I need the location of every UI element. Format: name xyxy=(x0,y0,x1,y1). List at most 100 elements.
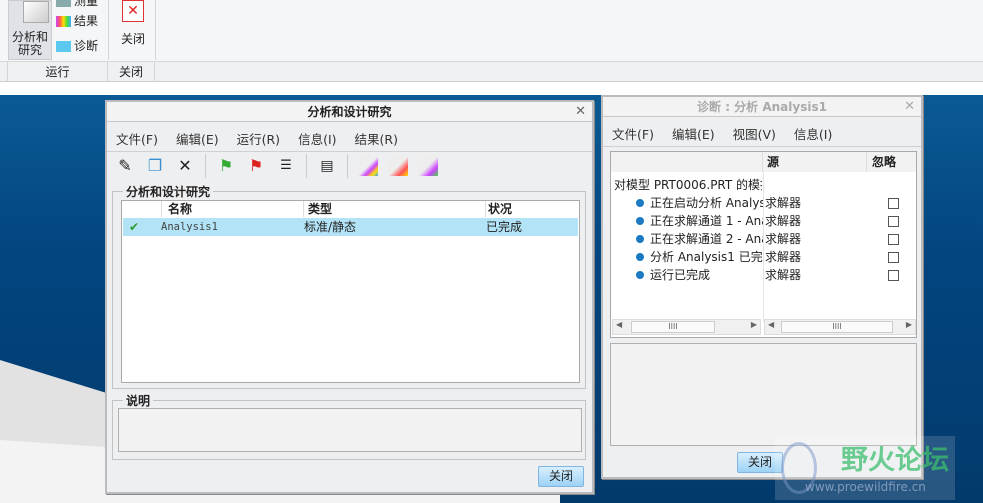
results-icon xyxy=(56,16,71,27)
ignore-checkbox[interactable] xyxy=(888,216,899,227)
col-name[interactable]: 名称 xyxy=(162,201,304,217)
divider xyxy=(306,154,307,178)
row-source: 求解器 xyxy=(765,214,802,228)
watermark-title: 野火论坛 xyxy=(841,445,949,476)
menu-view[interactable]: 视图(V) xyxy=(724,124,785,143)
menu-run[interactable]: 运行(R) xyxy=(228,129,289,148)
menu-bar: 文件(F) 编辑(E) 视图(V) 信息(I) xyxy=(603,121,921,147)
row-message: 运行已完成 xyxy=(636,266,763,284)
label: 测量 xyxy=(74,0,99,8)
stop-flag-icon[interactable]: ⚑ xyxy=(246,156,266,176)
label: 结果 xyxy=(74,14,99,28)
measure-icon xyxy=(56,0,71,7)
row-source: 求解器 xyxy=(765,268,802,282)
menu-results[interactable]: 结果(R) xyxy=(346,129,407,148)
group-close: 关闭 xyxy=(108,62,155,82)
col-icon xyxy=(122,201,162,217)
message-text: 正在求解通道 2 - Analysis1 xyxy=(650,232,763,246)
bullet-icon xyxy=(636,217,644,225)
close-icon[interactable]: ✕ xyxy=(575,102,586,122)
row-message: 分析 Analysis1 已完成 xyxy=(636,248,763,266)
dialog-title-bar[interactable]: 分析和设计研究 ✕ xyxy=(107,102,592,122)
divider xyxy=(108,0,109,60)
diagnostic-row[interactable]: 分析 Analysis1 已完成 求解器 xyxy=(611,248,916,266)
copy-icon[interactable]: ❐ xyxy=(145,156,165,176)
analysis-study-button[interactable]: 分析和研究 xyxy=(8,0,52,60)
dialog-title: 诊断 : 分析 Analysis1 xyxy=(697,100,827,114)
model-line: 对模型 PRT0006.PRT 的模拟 xyxy=(614,178,762,192)
toolbar: ✎ ❐ ✕ ⚑ ⚑ ☰ ▤ xyxy=(107,152,592,180)
menu-bar: 文件(F) 编辑(E) 运行(R) 信息(I) 结果(R) xyxy=(107,126,592,152)
ignore-checkbox[interactable] xyxy=(888,198,899,209)
divider xyxy=(347,154,348,178)
dialog-title-bar[interactable]: 诊断 : 分析 Analysis1 ✕ xyxy=(603,97,921,117)
col-type[interactable]: 类型 xyxy=(304,201,486,217)
row-name: Analysis1 xyxy=(161,221,218,233)
row-source: 求解器 xyxy=(765,250,802,264)
delete-icon[interactable]: ✕ xyxy=(175,156,195,176)
description-field[interactable] xyxy=(118,408,582,452)
menu-file[interactable]: 文件(F) xyxy=(603,124,663,143)
message-text: 分析 Analysis1 已完成 xyxy=(650,250,763,264)
watermark: 野火论坛 www.proewildfire.cn xyxy=(775,436,955,500)
col-status[interactable]: 状况 xyxy=(486,201,580,217)
col-message[interactable] xyxy=(611,152,763,172)
start-flag-icon[interactable]: ⚑ xyxy=(216,156,236,176)
row-message: 正在求解通道 2 - Analysis1 xyxy=(636,230,763,248)
col-source[interactable]: 源 xyxy=(763,152,867,172)
results-list-icon[interactable] xyxy=(358,156,378,176)
diagnostic-row[interactable]: 运行已完成 求解器 xyxy=(611,266,916,284)
check-icon: ✔ xyxy=(129,220,140,234)
info-icon[interactable]: ▤ xyxy=(317,156,337,176)
diagnostic-row[interactable]: 正在求解通道 1 - Analysis1 求解器 xyxy=(611,212,916,230)
bullet-icon xyxy=(636,253,644,261)
label: 分析和研究 xyxy=(11,30,48,57)
menu-file[interactable]: 文件(F) xyxy=(107,129,167,148)
details-area xyxy=(610,343,917,446)
ignore-checkbox[interactable] xyxy=(888,234,899,245)
diagnostics-icon xyxy=(56,41,71,52)
ignore-checkbox[interactable] xyxy=(888,270,899,281)
group-label: 说明 xyxy=(123,392,154,409)
edit-pencil-icon[interactable]: ✎ xyxy=(115,156,135,176)
results-compare-icon[interactable] xyxy=(388,156,408,176)
row-source: 求解器 xyxy=(765,232,802,246)
diagnostics-button[interactable]: 诊断 xyxy=(56,37,98,55)
divider xyxy=(155,0,156,60)
menu-info[interactable]: 信息(I) xyxy=(289,129,345,148)
results-button[interactable]: 结果 xyxy=(56,12,98,30)
message-text: 正在启动分析 Analysis1 xyxy=(650,196,763,210)
dialog-title: 分析和设计研究 xyxy=(307,105,392,119)
ignore-checkbox[interactable] xyxy=(888,252,899,263)
divider xyxy=(205,154,206,178)
col-ignore[interactable]: 忽略 xyxy=(867,152,916,172)
analysis-icon xyxy=(23,1,49,23)
close-button[interactable]: 关闭 xyxy=(538,466,584,487)
menu-edit[interactable]: 编辑(E) xyxy=(663,124,724,143)
close-icon: ✕ xyxy=(122,0,144,22)
row-source: 求解器 xyxy=(765,196,802,210)
group-label: 分析和设计研究 xyxy=(123,183,214,200)
measure-button[interactable]: 测量 xyxy=(56,0,98,10)
menu-info[interactable]: 信息(I) xyxy=(785,124,841,143)
label: 诊断 xyxy=(74,39,99,53)
menu-edit[interactable]: 编辑(E) xyxy=(167,129,228,148)
analysis-study-dialog: 分析和设计研究 ✕ 文件(F) 编辑(E) 运行(R) 信息(I) 结果(R) ✎… xyxy=(105,100,594,494)
diagnostics-dialog: 诊断 : 分析 Analysis1 ✕ 文件(F) 编辑(E) 视图(V) 信息(… xyxy=(601,95,923,479)
spacer xyxy=(0,62,8,82)
row-type: 标准/静态 xyxy=(304,220,357,234)
message-text: 正在求解通道 1 - Analysis1 xyxy=(650,214,763,228)
status-list-icon[interactable]: ☰ xyxy=(276,156,296,176)
diagnostic-row[interactable]: 正在求解通道 2 - Analysis1 求解器 xyxy=(611,230,916,248)
scrollbar-source[interactable]: ◀ IIII ▶ xyxy=(764,319,916,335)
bullet-icon xyxy=(636,235,644,243)
watermark-url: www.proewildfire.cn xyxy=(805,480,926,494)
scrollbar-message[interactable]: ◀ IIII ▶ xyxy=(612,319,761,335)
label: 关闭 xyxy=(120,32,145,46)
close-ribbon-button[interactable]: ✕ 关闭 xyxy=(115,0,151,58)
diagnostic-row[interactable]: 正在启动分析 Analysis1 求解器 xyxy=(611,194,916,212)
results-export-icon[interactable] xyxy=(418,156,438,176)
close-icon[interactable]: ✕ xyxy=(904,97,915,117)
row-status: 已完成 xyxy=(486,220,523,234)
table-row[interactable]: ✔ Analysis1 标准/静态 已完成 xyxy=(123,218,578,236)
